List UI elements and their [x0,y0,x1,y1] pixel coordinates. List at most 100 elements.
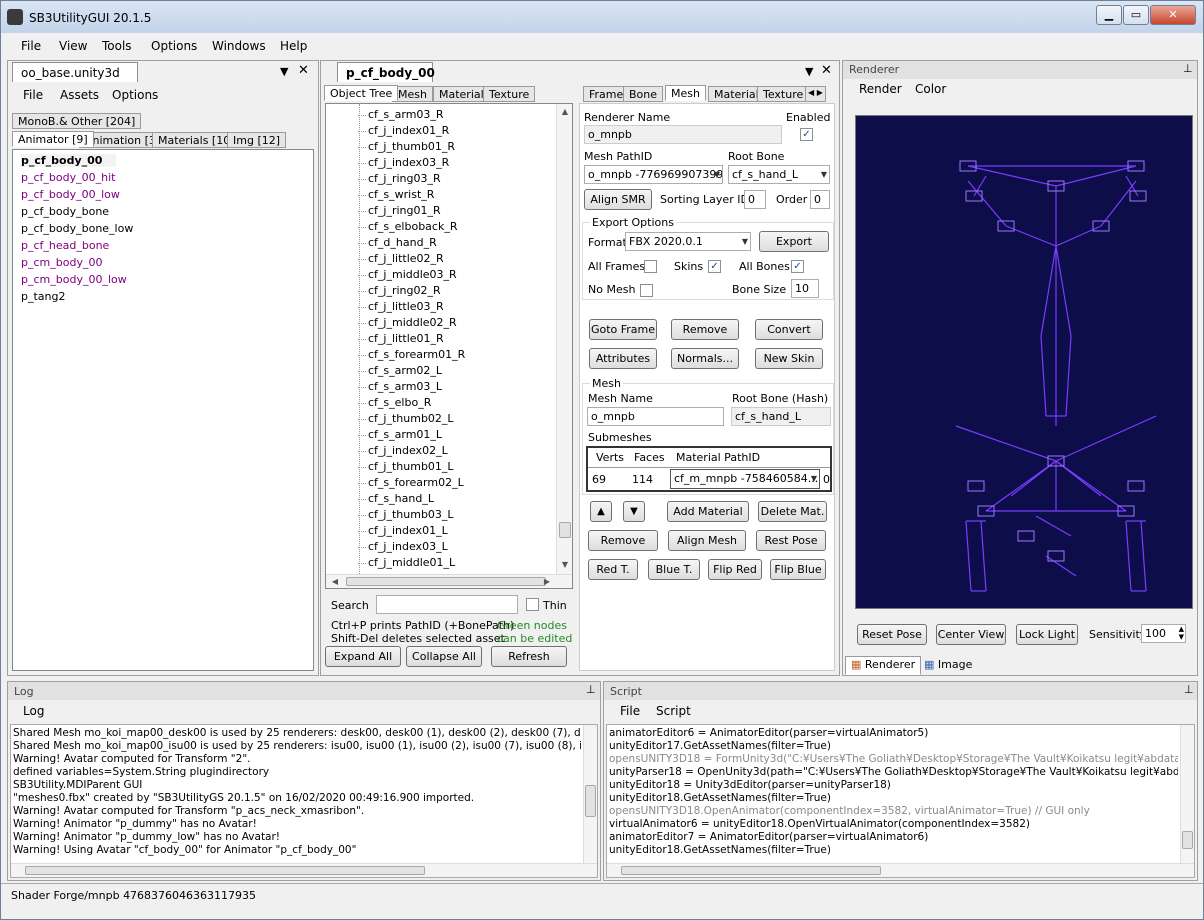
tree-node[interactable]: cf_j_thumb02_L [358,412,454,425]
tree-node[interactable]: cf_s_forearm01_R [357,348,465,361]
tab-texture-editor[interactable]: Texture [757,86,810,102]
tree-node[interactable]: cf_j_index03_L [358,540,448,553]
menu-help[interactable]: Help [280,39,307,53]
move-down-button[interactable]: ▼ [623,501,645,522]
tree-vscroll-thumb[interactable] [559,522,571,538]
list-item[interactable]: p_cf_body_bone [21,205,109,218]
red-t-button[interactable]: Red T. [588,559,638,580]
sensitivity-spinner[interactable]: 100 ▲ ▼ [1141,624,1186,643]
tree-node[interactable]: cf_j_middle02_R [358,316,457,329]
search-input[interactable] [376,595,518,614]
left-menu-file[interactable]: File [23,88,43,102]
tree-hscrollbar[interactable]: ◀ ▶ [326,574,572,588]
tree-node[interactable]: cf_j_ring03_R [358,172,441,185]
list-item[interactable]: p_tang2 [21,290,66,303]
doc-tab-unity3d[interactable]: oo_base.unity3d [12,62,138,82]
bone-size-field[interactable]: 10 [791,279,819,298]
minimize-button[interactable]: ▁ [1096,5,1122,25]
list-item[interactable]: p_cf_body_00 [21,154,117,167]
tree-node[interactable]: cf_j_little01_R [358,332,444,345]
tab-animator[interactable]: Animator [9] [12,131,94,147]
log-hscroll-thumb[interactable] [25,866,425,875]
attributes-button[interactable]: Attributes [589,348,657,369]
export-button[interactable]: Export [759,231,829,252]
lock-light-button[interactable]: Lock Light [1016,624,1078,645]
mesh-pathid-select[interactable]: o_mnpb -776969907399 ▼ [584,165,723,184]
tree-vscrollbar[interactable]: ▲ ▼ [556,104,572,574]
rest-pose-button[interactable]: Rest Pose [756,530,826,551]
format-select[interactable]: FBX 2020.0.1 ▼ [625,232,751,251]
menu-view[interactable]: View [59,39,87,53]
align-mesh-button[interactable]: Align Mesh [668,530,746,551]
tree-node[interactable]: cf_s_arm02_L [357,364,442,377]
menu-tools[interactable]: Tools [102,39,132,53]
flip-blue-button[interactable]: Flip Blue [770,559,826,580]
menu-file[interactable]: File [21,39,41,53]
tree-node[interactable]: cf_s_wrist_R [357,188,434,201]
log-menu[interactable]: Log [23,704,44,718]
script-menu-script[interactable]: Script [656,704,691,718]
tree-node[interactable]: cf_j_index01_R [357,124,449,137]
object-tree[interactable]: ▲ ▼ ◀ ▶ cf_s_arm03_R cf_j_index01_R cf_j_t… [325,103,573,589]
grid-cell-material-select[interactable]: cf_m_mnpb -758460584... ▼ [670,469,820,489]
tree-node[interactable]: cf_j_index01_L [358,524,448,537]
scroll-right-icon[interactable]: ▶ [540,577,554,586]
list-item[interactable]: p_cm_body_00 [21,256,102,269]
delete-material-button[interactable]: Delete Mat. [758,501,827,522]
reset-pose-button[interactable]: Reset Pose [857,624,927,645]
tree-node[interactable]: cf_s_arm03_R [358,108,444,121]
remove-renderer-button[interactable]: Remove [671,319,739,340]
convert-button[interactable]: Convert [755,319,823,340]
tree-node[interactable]: cf_j_thumb03_L [358,508,454,521]
list-item[interactable]: p_cf_body_00_hit [21,171,115,184]
add-material-button[interactable]: Add Material [667,501,749,522]
tab-image[interactable]: ▦ Image [919,657,977,675]
3d-viewport[interactable] [855,115,1193,609]
mesh-name-field[interactable]: o_mnpb [587,407,724,426]
scroll-down-icon[interactable]: ▼ [558,560,572,569]
move-up-button[interactable]: ▲ [590,501,612,522]
tab-material[interactable]: Material [433,86,490,102]
blue-t-button[interactable]: Blue T. [648,559,700,580]
maximize-button[interactable]: ▭ [1123,5,1149,25]
menu-options[interactable]: Options [151,39,197,53]
tab-mesh-editor[interactable]: Mesh [665,85,706,101]
log-vscrollbar[interactable] [583,725,597,863]
close-icon[interactable]: ✕ [821,63,832,78]
tree-node[interactable]: cf_j_thumb01_R [357,140,455,153]
tab-object-tree[interactable]: Object Tree [324,85,399,101]
all-bones-checkbox[interactable]: ✓ [791,260,804,273]
log-vscroll-thumb[interactable] [585,785,596,817]
center-view-button[interactable]: Center View [936,624,1006,645]
tree-node[interactable]: cf_j_ring02_R [358,284,441,297]
align-smr-button[interactable]: Align SMR [584,189,652,210]
renderer-name-field[interactable]: o_mnpb [584,125,782,144]
all-frames-checkbox[interactable] [644,260,657,273]
tab-renderer[interactable]: ▦ Renderer [845,656,922,675]
tree-hscroll-thumb[interactable] [346,577,546,586]
menu-windows[interactable]: Windows [212,39,266,53]
tree-node[interactable]: cf_j_ring01_R [358,204,441,217]
tree-node[interactable]: cf_s_elboback_R [357,220,457,233]
close-button[interactable]: ✕ [1150,5,1196,25]
dropdown-icon[interactable]: ▼ [280,65,288,78]
goto-frame-button[interactable]: Goto Frame [589,319,657,340]
tree-node[interactable]: cf_d_hand_R [358,236,437,249]
left-menu-assets[interactable]: Assets [60,88,99,102]
list-item[interactable]: p_cf_body_00_low [21,188,120,201]
color-menu[interactable]: Color [915,82,946,96]
tree-node[interactable]: cf_s_arm03_L [357,380,442,393]
tree-node[interactable]: cf_s_hand_L [358,492,434,505]
script-hscrollbar[interactable] [607,863,1194,877]
skins-checkbox[interactable]: ✓ [708,260,721,273]
tree-node[interactable]: cf_s_arm01_L [357,428,442,441]
pin-icon[interactable]: ⊥ [1184,683,1194,696]
tab-monob-other[interactable]: MonoB.& Other [204] [12,113,142,129]
log-text[interactable]: Shared Mesh mo_koi_map00_desk00 is used … [10,724,598,878]
tree-node[interactable]: cf_j_little03_R [358,300,444,313]
submeshes-grid[interactable]: Verts Faces Material PathID 69 114 cf_m_… [586,446,832,492]
tab-texture[interactable]: Texture [483,86,536,102]
list-item[interactable]: p_cm_body_00_low [21,273,127,286]
tree-node[interactable]: cf_j_middle03_R [358,268,457,281]
tree-node[interactable]: cf_j_little02_R [358,252,444,265]
